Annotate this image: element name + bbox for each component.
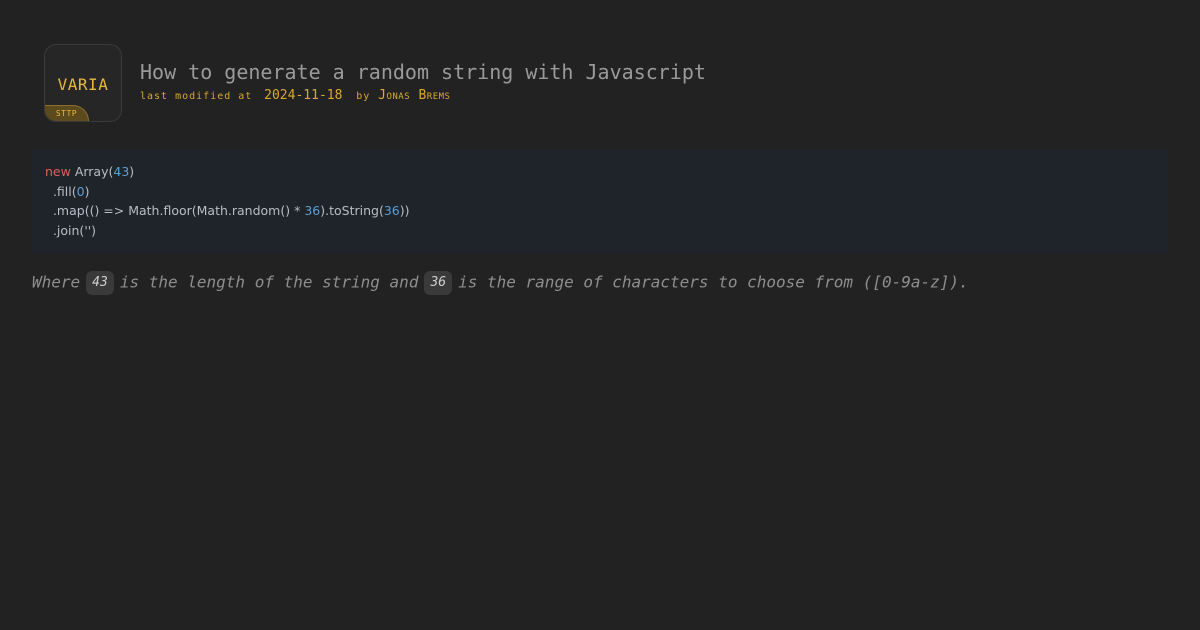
author-name: Jonas Brems <box>378 88 451 103</box>
code-text: ) <box>129 164 135 179</box>
code-text: ) <box>84 183 90 199</box>
modified-date: 2024-11-18 <box>264 88 343 103</box>
code-block[interactable]: new Array(43) .fill(0) .map(() => Math.f… <box>32 149 1168 253</box>
code-text: .map(() => Math.floor(Math.random() * <box>45 203 305 218</box>
by-label: by <box>356 91 371 102</box>
modified-label: last modified at <box>140 91 253 102</box>
code-text: .join('') <box>45 222 97 238</box>
description-text: is the length of the string and <box>119 272 419 292</box>
code-line-3: .map(() => Math.floor(Math.random() * 36… <box>45 201 1155 221</box>
length-value-badge: 43 <box>86 271 114 295</box>
code-number: 36 <box>383 203 400 218</box>
description-text: Where <box>32 272 81 292</box>
code-number: 43 <box>113 164 130 179</box>
code-text: Array( <box>70 164 114 179</box>
range-value-badge: 36 <box>424 271 453 295</box>
page-title: How to generate a random string with Jav… <box>140 60 706 84</box>
description: Where 43 is the length of the string and 36… <box>32 271 969 295</box>
code-keyword: new <box>45 164 71 179</box>
logo-text: VARIA <box>57 75 109 94</box>
logo-badge: STTP <box>45 105 89 121</box>
code-line-1: new Array(43) <box>45 162 1155 182</box>
code-number: 0 <box>76 183 85 199</box>
code-text: ).toString( <box>320 203 384 218</box>
description-text: is the range of characters to choose fro… <box>458 272 969 292</box>
code-text: .fill( <box>45 183 77 199</box>
post-meta: last modified at 2024-11-18 by Jonas Bre… <box>140 88 450 103</box>
code-number: 36 <box>304 203 321 218</box>
code-line-2: .fill(0) <box>45 182 1155 202</box>
site-logo[interactable]: VARIA STTP <box>44 44 122 122</box>
code-line-4: .join('') <box>45 221 1155 241</box>
code-text: )) <box>399 203 410 218</box>
